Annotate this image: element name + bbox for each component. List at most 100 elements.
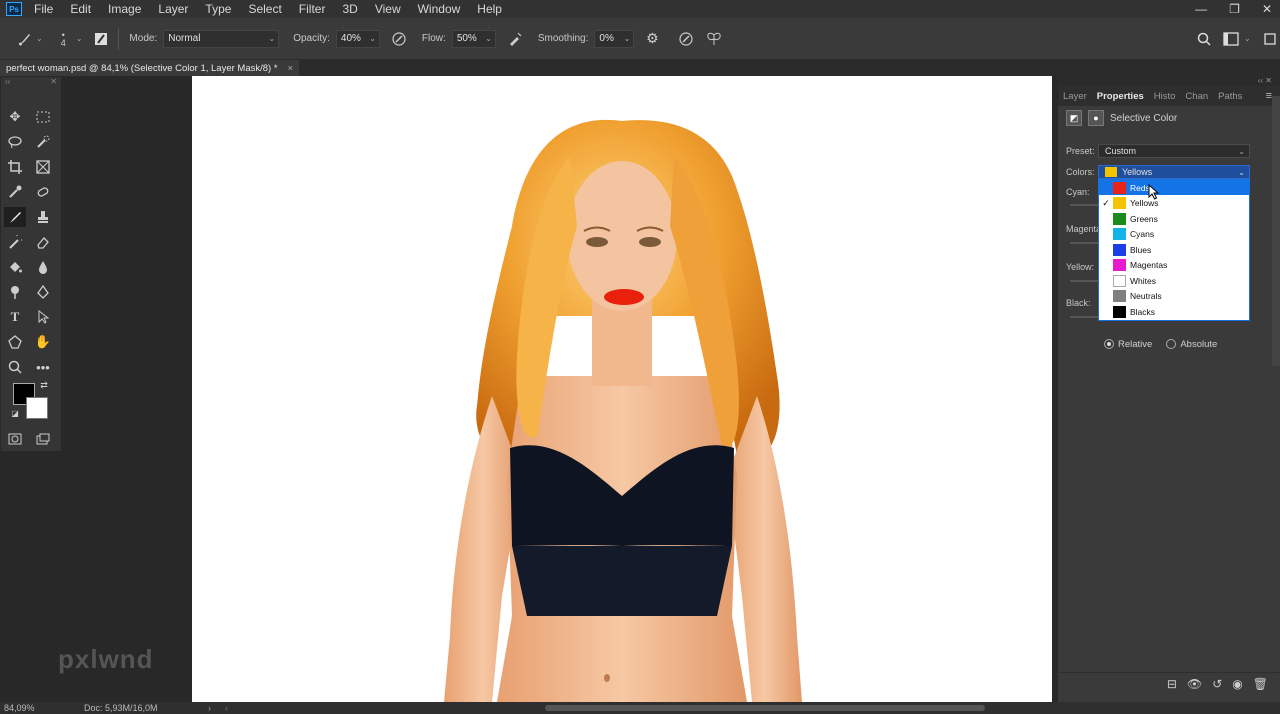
opacity-input[interactable]: 40% ⌄ (335, 29, 380, 48)
toolbar-grip[interactable]: ‹‹ ✕ (1, 77, 61, 89)
flow-input[interactable]: 50% ⌄ (451, 29, 496, 48)
zoom-tool-icon[interactable] (4, 357, 26, 377)
swap-colors-icon[interactable]: ⇄ (37, 379, 51, 391)
pressure-opacity-icon[interactable] (388, 31, 410, 47)
menu-filter[interactable]: Filter (299, 2, 326, 16)
tab-histogram[interactable]: Histo (1154, 91, 1176, 102)
colors-option-magentas[interactable]: Magentas (1099, 258, 1249, 273)
default-colors-icon[interactable]: ◪ (9, 407, 21, 419)
menu-help[interactable]: Help (477, 2, 502, 16)
document-canvas[interactable] (192, 76, 1052, 702)
airbrush-icon[interactable] (504, 31, 526, 47)
background-color-swatch[interactable] (26, 397, 48, 419)
delete-adjustment-icon[interactable]: 🗑 (1253, 677, 1268, 691)
brush-panel-toggle-icon[interactable] (92, 32, 110, 46)
colors-option-blacks[interactable]: Blacks (1099, 304, 1249, 319)
tab-channels[interactable]: Chan (1185, 91, 1208, 102)
colors-option-blues[interactable]: Blues (1099, 242, 1249, 257)
option-label: Neutrals (1130, 291, 1162, 301)
menu-window[interactable]: Window (418, 2, 461, 16)
crop-tool-icon[interactable] (4, 157, 26, 177)
brush-size[interactable]: • 4 (61, 30, 66, 47)
adjustment-layer-icon[interactable]: ◩ (1066, 110, 1082, 126)
mode-select[interactable]: Normal ⌄ (163, 29, 280, 48)
colors-option-reds[interactable]: Reds (1099, 180, 1249, 195)
black-slider[interactable] (1070, 316, 1100, 318)
horizontal-scrollbar[interactable] (545, 705, 985, 711)
colors-option-greens[interactable]: Greens (1099, 211, 1249, 226)
menu-select[interactable]: Select (248, 2, 281, 16)
path-selection-tool-icon[interactable] (32, 307, 54, 327)
menu-edit[interactable]: Edit (70, 2, 91, 16)
colors-option-neutrals[interactable]: Neutrals (1099, 289, 1249, 304)
colors-option-whites[interactable]: Whites (1099, 273, 1249, 288)
dodge-tool-icon[interactable] (4, 282, 26, 302)
clone-stamp-tool-icon[interactable] (32, 207, 54, 227)
magenta-slider[interactable] (1070, 242, 1100, 244)
restore-icon[interactable]: ❐ (1229, 2, 1240, 16)
minimize-icon[interactable]: — (1195, 2, 1207, 16)
frame-tool-icon[interactable] (32, 157, 54, 177)
menu-layer[interactable]: Layer (158, 2, 188, 16)
symmetry-butterfly-icon[interactable] (704, 31, 724, 47)
pen-tool-icon[interactable] (32, 282, 54, 302)
toggle-visibility-icon[interactable]: ◉ (1232, 677, 1242, 691)
colors-option-cyans[interactable]: Cyans (1099, 227, 1249, 242)
menu-type[interactable]: Type (205, 2, 231, 16)
move-tool-icon[interactable]: ✥ (4, 107, 26, 127)
document-tab-title: perfect woman.psd @ 84,1% (Selective Col… (6, 62, 278, 74)
relative-radio[interactable]: Relative (1104, 339, 1152, 350)
tab-paths[interactable]: Paths (1218, 91, 1242, 102)
zoom-level[interactable]: 84,09% (4, 703, 84, 713)
menu-view[interactable]: View (375, 2, 401, 16)
document-tab[interactable]: perfect woman.psd @ 84,1% (Selective Col… (0, 60, 300, 76)
hand-tool-icon[interactable]: ✋ (32, 332, 54, 352)
close-tab-icon[interactable]: × (288, 63, 294, 74)
paint-bucket-tool-icon[interactable] (4, 257, 26, 277)
brush-tool-preset-icon[interactable] (14, 31, 36, 47)
history-brush-tool-icon[interactable] (4, 232, 26, 252)
cyan-slider[interactable] (1070, 204, 1100, 206)
window-controls: — ❐ ✕ (1195, 0, 1272, 18)
reset-adjustment-icon[interactable]: ↺ (1212, 677, 1222, 691)
panel-collapse-grip[interactable]: ‹‹ ✕ (1058, 76, 1280, 86)
pressure-size-icon[interactable] (676, 31, 696, 47)
close-window-icon[interactable]: ✕ (1262, 2, 1272, 16)
smoothing-settings-gear-icon[interactable]: ⚙ (642, 30, 662, 47)
absolute-radio[interactable]: Absolute (1166, 339, 1217, 350)
lasso-tool-icon[interactable] (4, 132, 26, 152)
tab-properties[interactable]: Properties (1097, 91, 1144, 102)
brush-tool-icon[interactable] (4, 207, 26, 227)
panel-scrollbar[interactable] (1272, 96, 1280, 366)
clip-to-layer-icon[interactable]: ⊟ (1167, 677, 1177, 691)
option-label: Greens (1130, 213, 1158, 224)
marquee-tool-icon[interactable] (32, 107, 54, 127)
menu-3d[interactable]: 3D (342, 2, 357, 16)
eyedropper-tool-icon[interactable] (4, 182, 26, 202)
view-previous-state-icon[interactable]: 👁 (1187, 677, 1202, 691)
shape-tool-icon[interactable] (4, 332, 26, 352)
menu-file[interactable]: File (34, 2, 53, 16)
colors-select[interactable]: Yellows ⌄ (1098, 165, 1250, 179)
smoothing-input[interactable]: 0% ⌄ (594, 29, 635, 48)
layer-mask-icon[interactable]: ● (1088, 110, 1104, 126)
more-tools-icon[interactable]: ••• (32, 357, 54, 377)
workspace-icon[interactable] (1222, 31, 1240, 46)
eraser-tool-icon[interactable] (32, 232, 54, 252)
healing-brush-tool-icon[interactable] (32, 182, 54, 202)
preset-value: Custom (1105, 146, 1137, 156)
type-tool-icon[interactable]: T (4, 307, 26, 327)
status-menu-arrow-icon[interactable]: › (208, 703, 211, 713)
share-icon[interactable] (1262, 32, 1278, 46)
tab-layers[interactable]: Layer (1063, 91, 1087, 102)
screen-mode-icon[interactable] (32, 429, 54, 449)
scroll-left-icon[interactable]: ‹ (225, 703, 228, 713)
search-icon[interactable] (1196, 32, 1212, 46)
quick-selection-tool-icon[interactable] (32, 132, 54, 152)
colors-option-yellows[interactable]: ✓ Yellows (1099, 196, 1249, 211)
quick-mask-icon[interactable] (4, 429, 26, 449)
preset-select[interactable]: Custom ⌄ (1098, 144, 1250, 158)
blur-tool-icon[interactable] (32, 257, 54, 277)
menu-image[interactable]: Image (108, 2, 141, 16)
yellow-slider[interactable] (1070, 280, 1100, 282)
